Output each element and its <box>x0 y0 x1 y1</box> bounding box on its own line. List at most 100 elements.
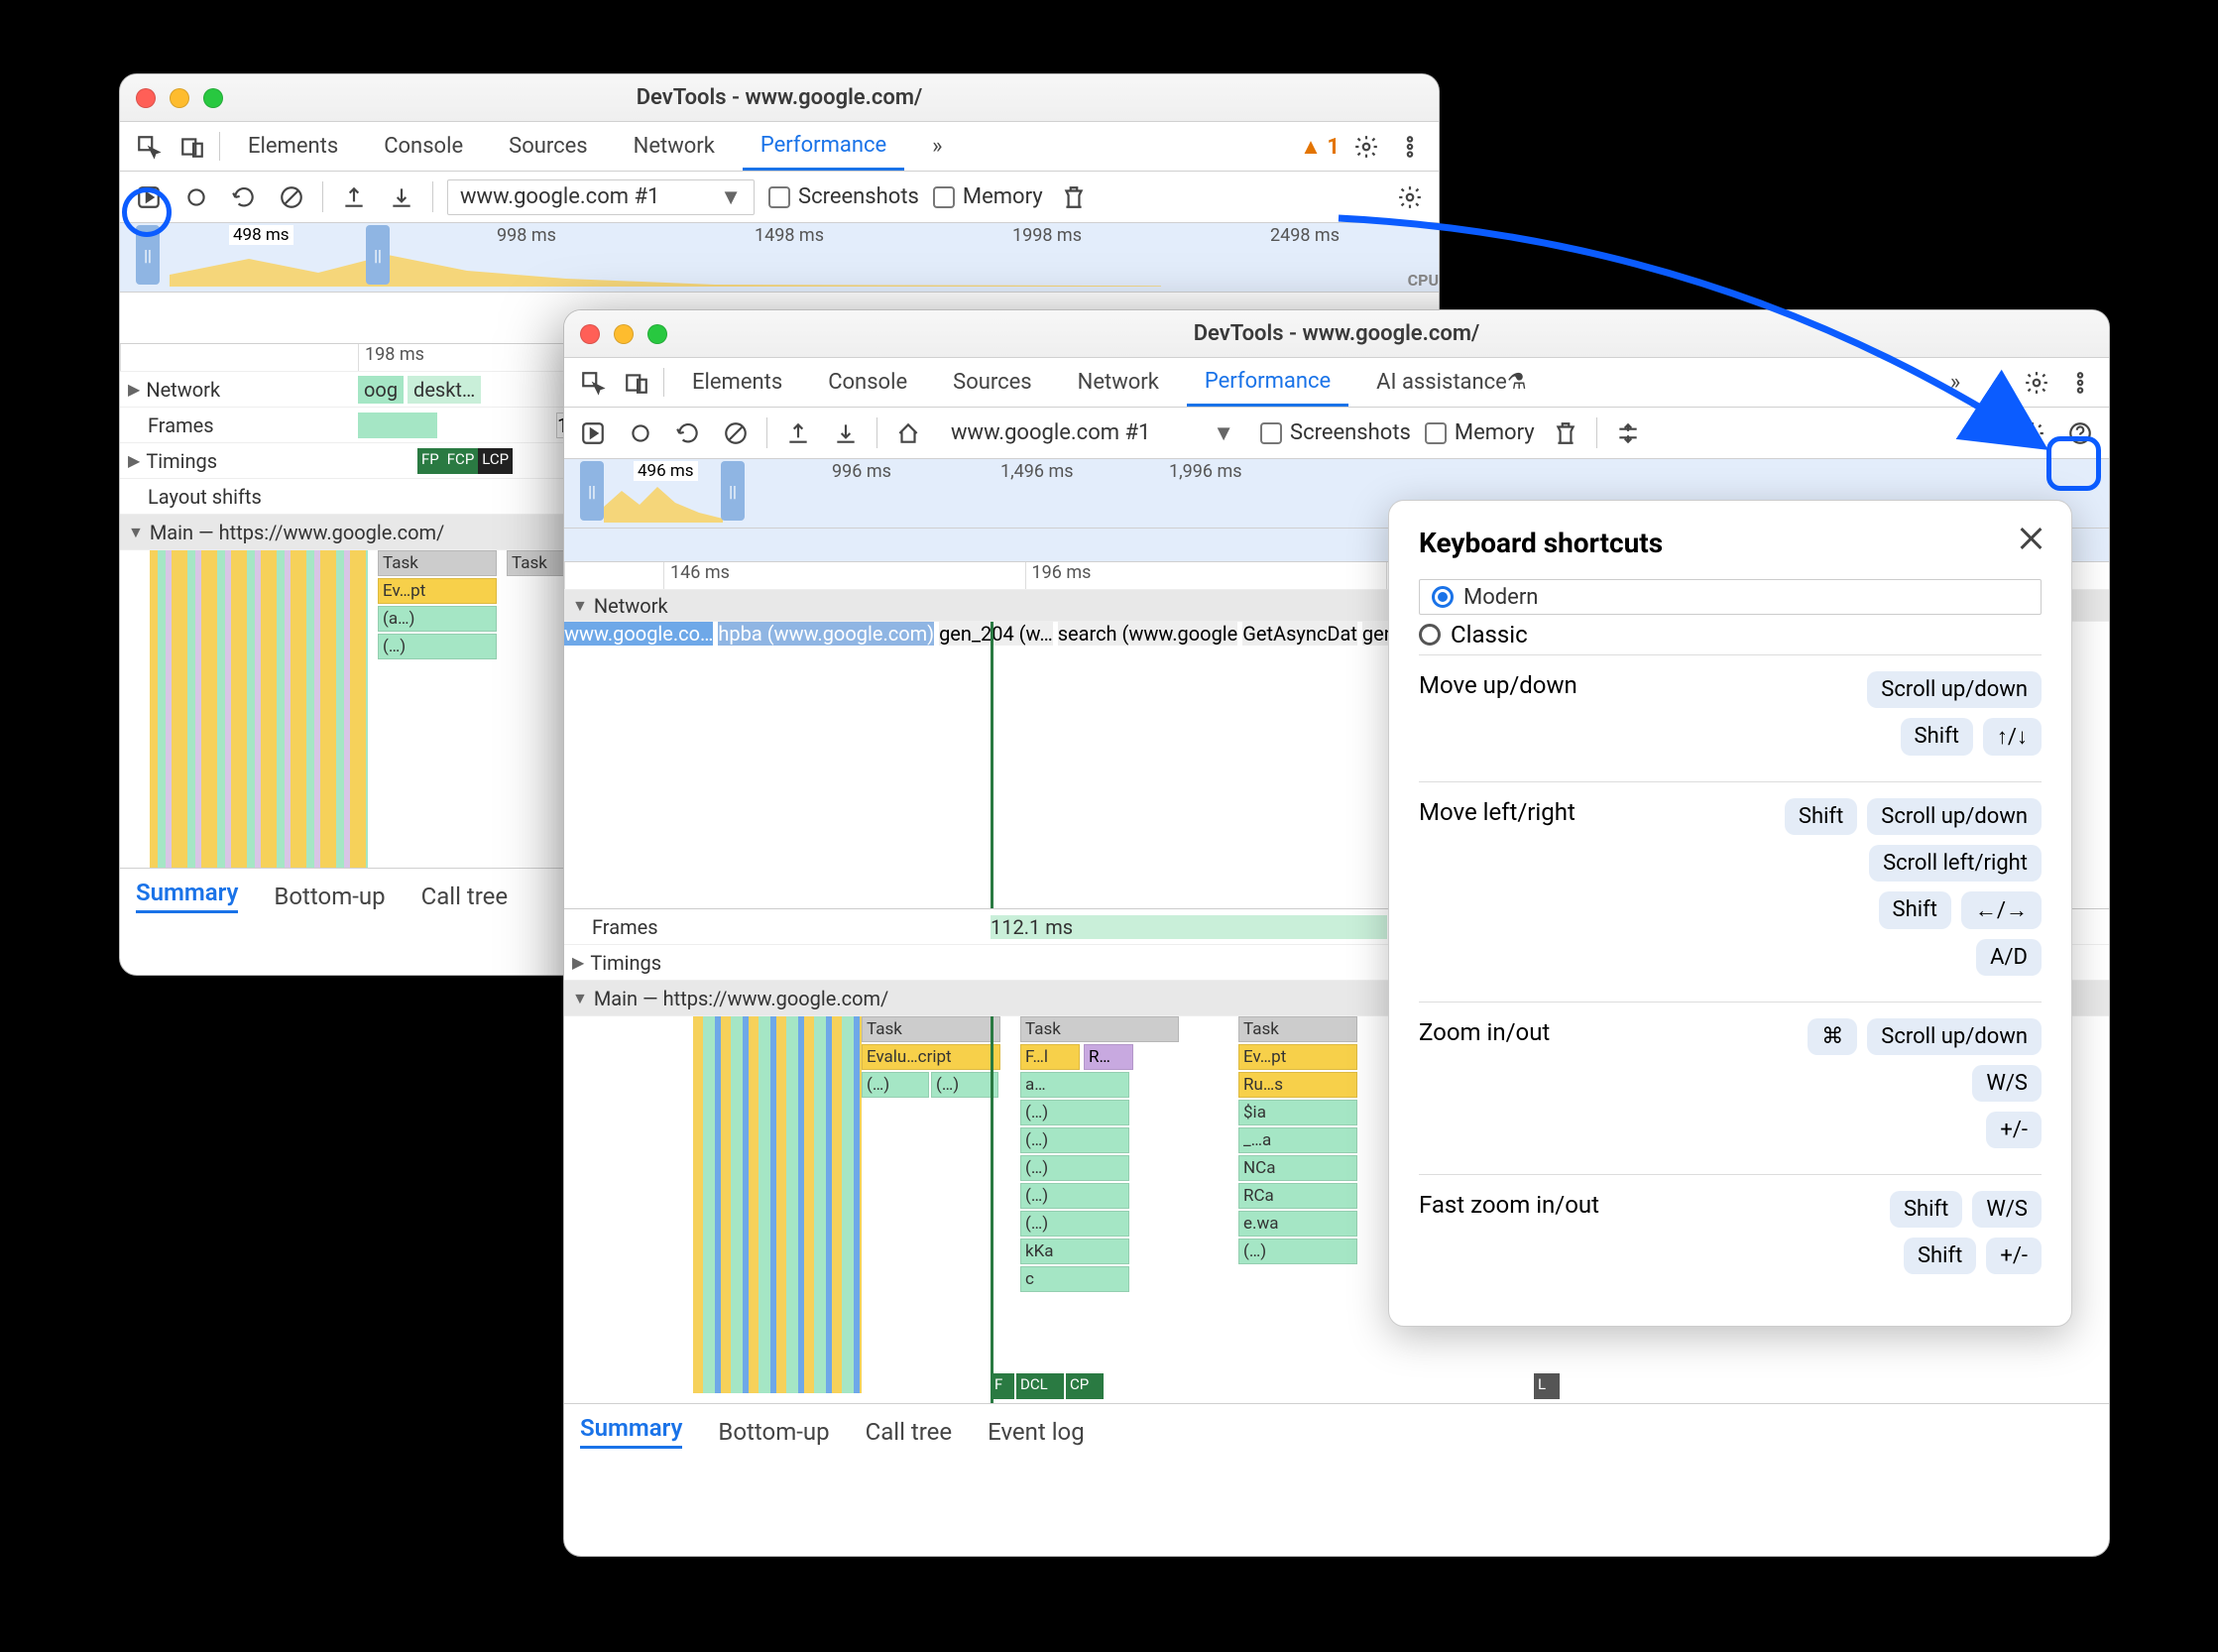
divider <box>322 181 323 212</box>
more-tabs[interactable]: » <box>1932 358 1978 407</box>
shortcut-keys: ⌘ Scroll up/down <box>1808 1018 2042 1055</box>
key-chip: ←/→ <box>1961 891 2042 929</box>
record-button[interactable] <box>624 416 657 450</box>
btab-eventlog[interactable]: Event log <box>988 1418 1085 1446</box>
shortcut-group: Move left/rightShiftScroll up/downScroll… <box>1419 781 2042 1002</box>
recording-select[interactable]: www.google.com #1▼ <box>939 415 1246 451</box>
overview-time-label: 496 ms <box>634 461 698 481</box>
key-chip: Scroll up/down <box>1867 671 2042 708</box>
shortcut-group: Fast zoom in/outShiftW/S Shift+/- <box>1419 1174 2042 1300</box>
btab-bottomup[interactable]: Bottom-up <box>274 883 385 910</box>
capture-settings-gear-icon[interactable] <box>1393 180 1427 214</box>
upload-icon[interactable] <box>781 416 815 450</box>
reload-icon[interactable] <box>227 180 261 214</box>
btab-summary[interactable]: Summary <box>580 1414 682 1449</box>
shortcut-label: Move up/down <box>1419 671 1577 699</box>
inspect-element-icon[interactable] <box>576 366 610 400</box>
titlebar: DevTools - www.google.com/ <box>120 74 1439 122</box>
tab-sources[interactable]: Sources <box>935 358 1050 407</box>
shortcut-row: Move up/down Scroll up/down <box>1419 671 2042 708</box>
tab-console[interactable]: Console <box>366 122 481 171</box>
tab-performance[interactable]: Performance <box>1187 358 1348 407</box>
tab-ai-assistance[interactable]: AI assistance ⚗ <box>1358 358 1544 407</box>
flask-icon: ⚗ <box>1507 370 1527 395</box>
key-chip: A/D <box>1976 939 2042 976</box>
key-chip: Shift <box>1904 1238 1976 1274</box>
tab-network[interactable]: Network <box>1060 358 1177 407</box>
timeline-overview[interactable]: || CPU 498 ms || 998 ms 1498 ms 1998 ms … <box>120 223 1439 293</box>
collect-garbage-icon[interactable] <box>1057 180 1091 214</box>
home-icon[interactable] <box>891 416 925 450</box>
tab-elements[interactable]: Elements <box>674 358 800 407</box>
tab-network[interactable]: Network <box>616 122 733 171</box>
btab-summary[interactable]: Summary <box>136 879 238 913</box>
flame-stripes <box>693 1016 862 1393</box>
radio-modern[interactable]: Modern <box>1419 579 2042 615</box>
upload-icon[interactable] <box>337 180 371 214</box>
overview-time-label: 498 ms <box>229 225 293 245</box>
overview-handle-left[interactable]: || <box>580 461 604 521</box>
btab-calltree[interactable]: Call tree <box>421 883 509 910</box>
window-title: DevTools - www.google.com/ <box>564 321 2109 346</box>
shortcut-row: Fast zoom in/outShiftW/S <box>1419 1191 2042 1228</box>
overview-handle-right[interactable]: || <box>366 225 390 285</box>
dock-toggle-icon[interactable] <box>1611 416 1645 450</box>
tab-performance[interactable]: Performance <box>743 122 904 171</box>
warning-icon[interactable]: ▲ <box>1988 370 2010 396</box>
clear-icon[interactable] <box>719 416 753 450</box>
key-chip: Shift <box>1785 798 1857 835</box>
memory-checkbox[interactable]: Memory <box>1425 420 1535 445</box>
cpu-label: CPU <box>1408 271 1439 290</box>
download-icon[interactable] <box>829 416 863 450</box>
shortcut-row: Shift ←/→ <box>1419 891 2042 929</box>
settings-gear-icon[interactable] <box>1349 130 1383 164</box>
key-chip: W/S <box>1972 1065 2042 1102</box>
key-chip: Scroll up/down <box>1867 1018 2042 1055</box>
inspect-element-icon[interactable] <box>132 130 166 164</box>
devtools-tabstrip: Elements Console Sources Network Perform… <box>564 358 2109 408</box>
shortcut-keys: +/- <box>1986 1112 2042 1148</box>
divider <box>1596 417 1597 448</box>
key-chip: ↑/↓ <box>1983 718 2042 756</box>
shortcut-keys: Shift↑/↓ <box>1901 718 2042 756</box>
key-chip: ⌘ <box>1808 1018 1857 1055</box>
recording-select[interactable]: www.google.com #1▼ <box>447 179 755 215</box>
radio-classic[interactable]: Classic <box>1419 621 2042 649</box>
clear-icon[interactable] <box>275 180 308 214</box>
memory-checkbox[interactable]: Memory <box>933 184 1043 209</box>
overview-handle-right[interactable]: || <box>721 461 745 521</box>
warning-icon[interactable]: ▲ 1 <box>1300 134 1340 160</box>
capture-settings-gear-icon[interactable] <box>2016 416 2049 450</box>
kebab-menu-icon[interactable] <box>1393 130 1427 164</box>
marker-line <box>991 622 993 908</box>
screenshots-checkbox[interactable]: Screenshots <box>1260 420 1411 445</box>
tab-console[interactable]: Console <box>810 358 925 407</box>
shortcut-keys: Shift ←/→ <box>1879 891 2042 929</box>
shortcut-keys: W/S <box>1972 1065 2042 1102</box>
download-icon[interactable] <box>385 180 418 214</box>
more-tabs[interactable]: » <box>914 122 960 171</box>
shortcut-keys: ShiftW/S <box>1890 1191 2042 1228</box>
tab-sources[interactable]: Sources <box>491 122 606 171</box>
kebab-menu-icon[interactable] <box>2063 366 2097 400</box>
record-button[interactable] <box>179 180 213 214</box>
tab-elements[interactable]: Elements <box>230 122 356 171</box>
divider <box>432 181 433 212</box>
annotation-circle-record <box>122 187 172 237</box>
btab-calltree[interactable]: Call tree <box>866 1418 953 1446</box>
key-chip: Shift <box>1879 891 1951 929</box>
record-reload-button[interactable] <box>576 416 610 450</box>
device-toolbar-icon[interactable] <box>620 366 653 400</box>
screenshots-checkbox[interactable]: Screenshots <box>768 184 919 209</box>
device-toolbar-icon[interactable] <box>175 130 209 164</box>
flame-stripes <box>150 550 368 868</box>
collect-garbage-icon[interactable] <box>1549 416 1582 450</box>
reload-icon[interactable] <box>671 416 705 450</box>
shortcut-label: Move left/right <box>1419 798 1576 826</box>
shortcut-row: +/- <box>1419 1112 2042 1148</box>
close-icon[interactable] <box>2016 523 2047 554</box>
btab-bottomup[interactable]: Bottom-up <box>718 1418 829 1446</box>
shortcut-row: Shift+/- <box>1419 1238 2042 1274</box>
shortcut-row: Zoom in/out⌘Scroll up/down <box>1419 1018 2042 1055</box>
settings-gear-icon[interactable] <box>2020 366 2053 400</box>
